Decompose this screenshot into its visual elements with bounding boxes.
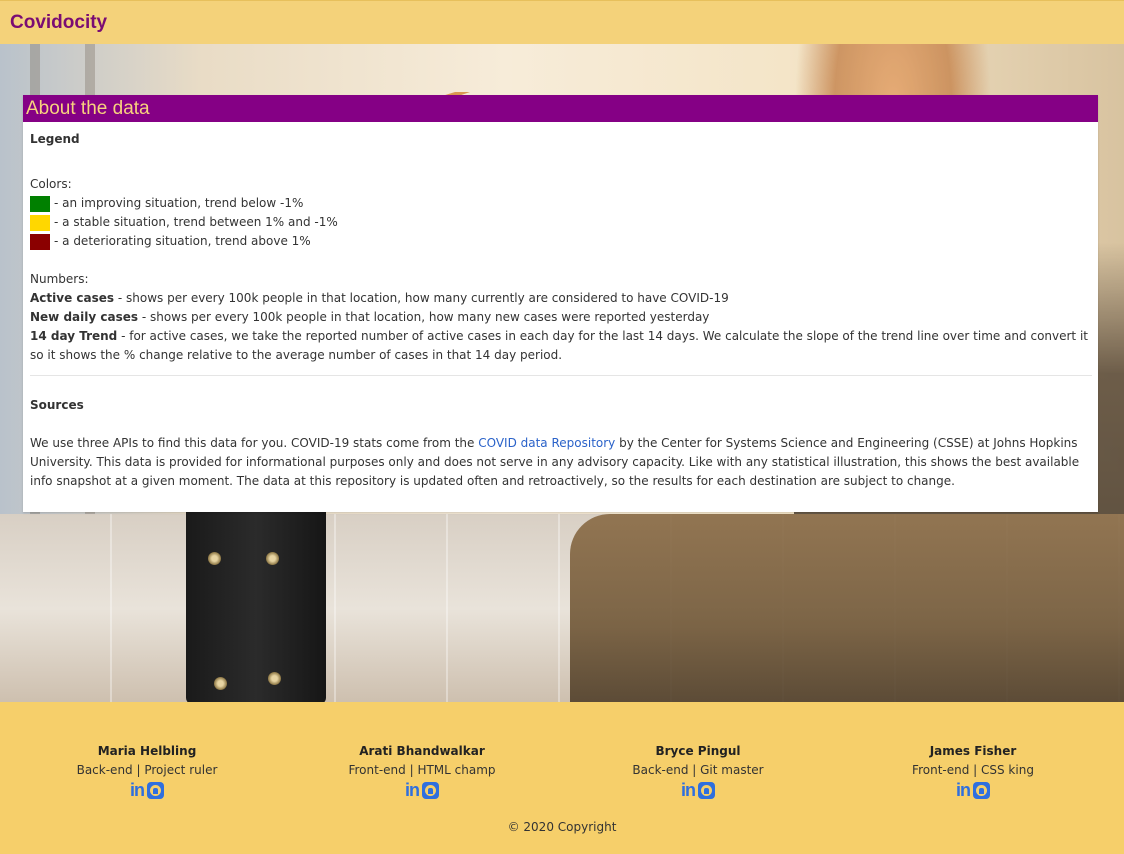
github-icon[interactable] <box>422 782 439 799</box>
green-swatch <box>30 195 50 212</box>
suitcase-image <box>186 504 326 702</box>
card-title: About the data <box>23 95 1098 122</box>
color-label: - a stable situation, trend between 1% a… <box>54 215 338 229</box>
color-legend-item: - a stable situation, trend between 1% a… <box>30 213 1092 232</box>
linkedin-icon[interactable]: in <box>956 781 971 799</box>
member-name: Arati Bhandwalkar <box>359 744 485 758</box>
github-icon[interactable] <box>973 782 990 799</box>
member-name: Maria Helbling <box>97 744 197 758</box>
legend-title: Legend <box>30 132 80 146</box>
member-role: Front-end | CSS king <box>912 763 1034 777</box>
member-role: Front-end | HTML champ <box>348 763 496 777</box>
member-links: in <box>588 781 808 799</box>
yellow-swatch <box>30 214 50 231</box>
number-definition: 14 day Trend - for active cases, we take… <box>30 327 1092 365</box>
number-definition: Active cases - shows per every 100k peop… <box>30 289 1092 308</box>
color-label: - a deteriorating situation, trend above… <box>54 234 311 248</box>
suitcase-stud <box>214 677 227 690</box>
bench-image <box>570 514 1124 702</box>
number-desc: - for active cases, we take the reported… <box>30 329 1088 362</box>
numbers-title: Numbers: <box>30 272 89 286</box>
colors-title: Colors: <box>30 177 72 191</box>
member-role: Back-end | Git master <box>632 763 764 777</box>
card-body: Legend Colors: - an improving situation,… <box>23 122 1098 491</box>
color-legend-item: - an improving situation, trend below -1… <box>30 194 1092 213</box>
color-legend-item: - a deteriorating situation, trend above… <box>30 232 1092 251</box>
team-member: Arati Bhandwalkar Front-end | HTML champ… <box>312 742 532 799</box>
about-card: About the data Legend Colors: - an impro… <box>23 95 1098 512</box>
member-role: Back-end | Project ruler <box>76 763 218 777</box>
number-term: New daily cases <box>30 310 138 324</box>
linkedin-icon[interactable]: in <box>130 781 145 799</box>
brand-link[interactable]: Covidocity <box>10 12 107 34</box>
github-icon[interactable] <box>147 782 164 799</box>
member-name: James Fisher <box>929 744 1017 758</box>
covid-data-repository-link[interactable]: COVID data Repository <box>478 436 615 450</box>
number-desc: - shows per every 100k people in that lo… <box>114 291 729 305</box>
member-links: in <box>37 781 257 799</box>
team-member: Maria Helbling Back-end | Project ruler … <box>37 742 257 799</box>
member-links: in <box>863 781 1083 799</box>
number-term: 14 day Trend <box>30 329 118 343</box>
number-term: Active cases <box>30 291 115 305</box>
footer: Maria Helbling Back-end | Project ruler … <box>0 702 1124 854</box>
red-swatch <box>30 233 50 250</box>
team-member: Bryce Pingul Back-end | Git master in <box>588 742 808 799</box>
linkedin-icon[interactable]: in <box>405 781 420 799</box>
navbar: Covidocity <box>0 0 1124 44</box>
suitcase-stud <box>268 672 281 685</box>
suitcase-stud <box>266 552 279 565</box>
sources-text-before: We use three APIs to find this data for … <box>30 436 479 450</box>
linkedin-icon[interactable]: in <box>681 781 696 799</box>
suitcase-stud <box>208 552 221 565</box>
member-links: in <box>312 781 532 799</box>
copyright: © 2020 Copyright <box>507 820 617 834</box>
number-definition: New daily cases - shows per every 100k p… <box>30 308 1092 327</box>
member-name: Bryce Pingul <box>655 744 741 758</box>
color-label: - an improving situation, trend below -1… <box>54 196 304 210</box>
sources-text: We use three APIs to find this data for … <box>30 434 1092 491</box>
sources-title: Sources <box>30 398 84 412</box>
github-icon[interactable] <box>698 782 715 799</box>
team-member: James Fisher Front-end | CSS king in <box>863 742 1083 799</box>
number-desc: - shows per every 100k people in that lo… <box>138 310 710 324</box>
divider <box>30 375 1092 376</box>
